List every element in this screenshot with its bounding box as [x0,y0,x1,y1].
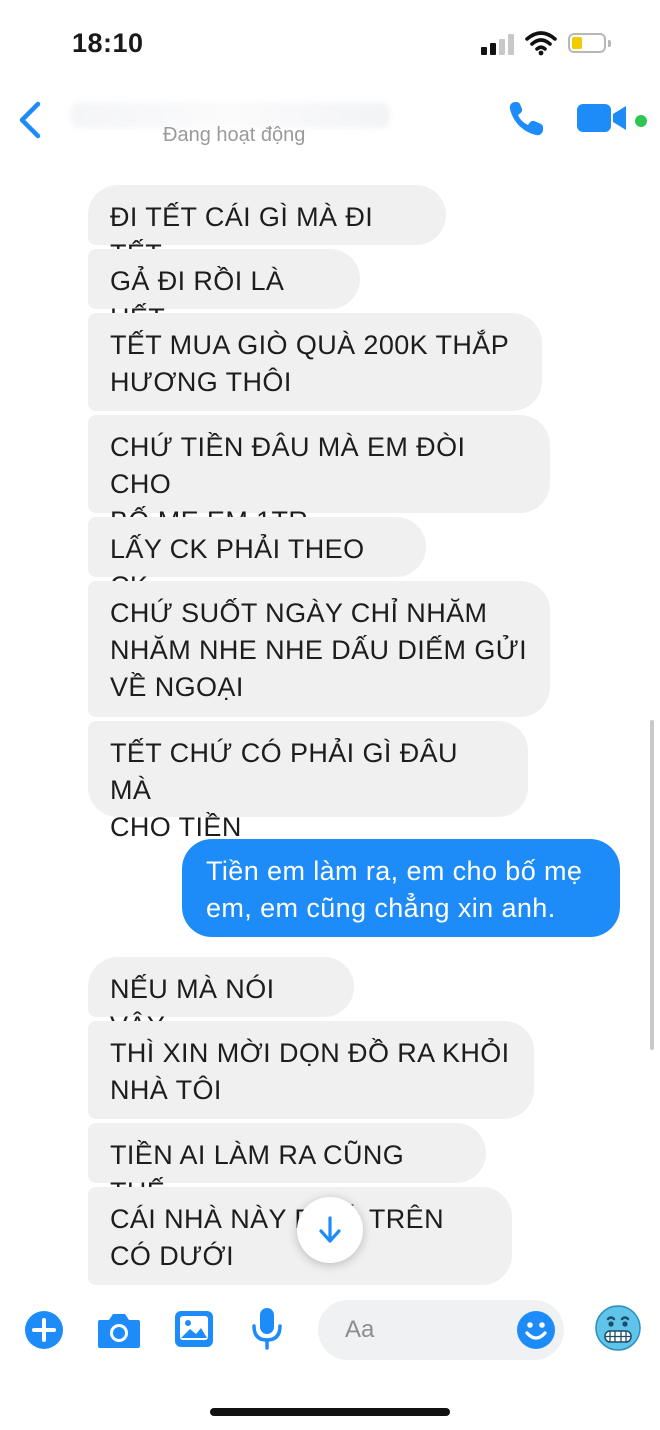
home-indicator[interactable] [210,1408,450,1416]
wifi-icon [525,31,557,56]
incoming-message-bubble[interactable]: CHỨ TIỀN ĐÂU MÀ EM ĐÒI CHO BỐ MẸ EM 1TR [88,415,550,536]
smiley-icon[interactable] [516,1310,556,1350]
camera-icon[interactable] [96,1310,142,1350]
incoming-message-bubble[interactable]: THÌ XIN MỜI DỌN ĐỒ RA KHỎI NHÀ TÔI [88,1021,534,1119]
battery-icon [568,33,612,55]
status-time: 18:10 [72,28,144,58]
microphone-icon[interactable] [251,1306,283,1350]
message-composer [0,1290,660,1370]
scroll-indicator[interactable] [650,720,654,1050]
phone-icon[interactable] [505,98,549,140]
video-camera-icon[interactable] [576,100,630,136]
message-list[interactable]: ĐI TẾT CÁI GÌ MÀ ĐI TẾT GẢ ĐI RỒI LÀ HẾT… [0,165,660,1285]
incoming-message-bubble[interactable]: TIỀN AI LÀM RA CŨNG THẾ [88,1123,486,1207]
scroll-to-bottom-button[interactable] [297,1197,363,1263]
incoming-message-bubble[interactable]: TẾT MUA GIÒ QUÀ 200K THẮP HƯƠNG THÔI [88,313,542,411]
conversation-header: Đang hoạt động [0,90,660,165]
outgoing-message-bubble[interactable]: Tiền em làm ra, em cho bố mẹ em, em cũng… [182,839,620,937]
arrow-down-icon [319,1216,341,1243]
incoming-message-bubble[interactable]: TẾT CHỨ CÓ PHẢI GÌ ĐÂU MÀ CHO TIỀN [88,721,528,842]
contact-status: Đang hoạt động [163,124,306,146]
incoming-message-bubble[interactable]: ĐI TẾT CÁI GÌ MÀ ĐI TẾT [88,185,446,269]
chevron-left-icon[interactable] [12,98,52,142]
online-status-dot [633,113,649,129]
incoming-message-bubble[interactable]: CHỨ SUỐT NGÀY CHỈ NHĂM NHĂM NHE NHE DẤU … [88,581,550,717]
cellular-signal-icon [481,33,519,55]
status-bar: 18:10 [0,0,660,90]
incoming-message-bubble[interactable]: GẢ ĐI RỒI LÀ HẾT [88,249,360,333]
plus-circle-icon[interactable] [24,1310,64,1350]
image-icon[interactable] [174,1310,214,1348]
incoming-message-bubble[interactable]: NẾU MÀ NÓI VẬY [88,957,354,1041]
incoming-message-bubble[interactable]: LẤY CK PHẢI THEO CK [88,517,426,601]
cold-face-emoji-icon[interactable] [595,1303,641,1353]
